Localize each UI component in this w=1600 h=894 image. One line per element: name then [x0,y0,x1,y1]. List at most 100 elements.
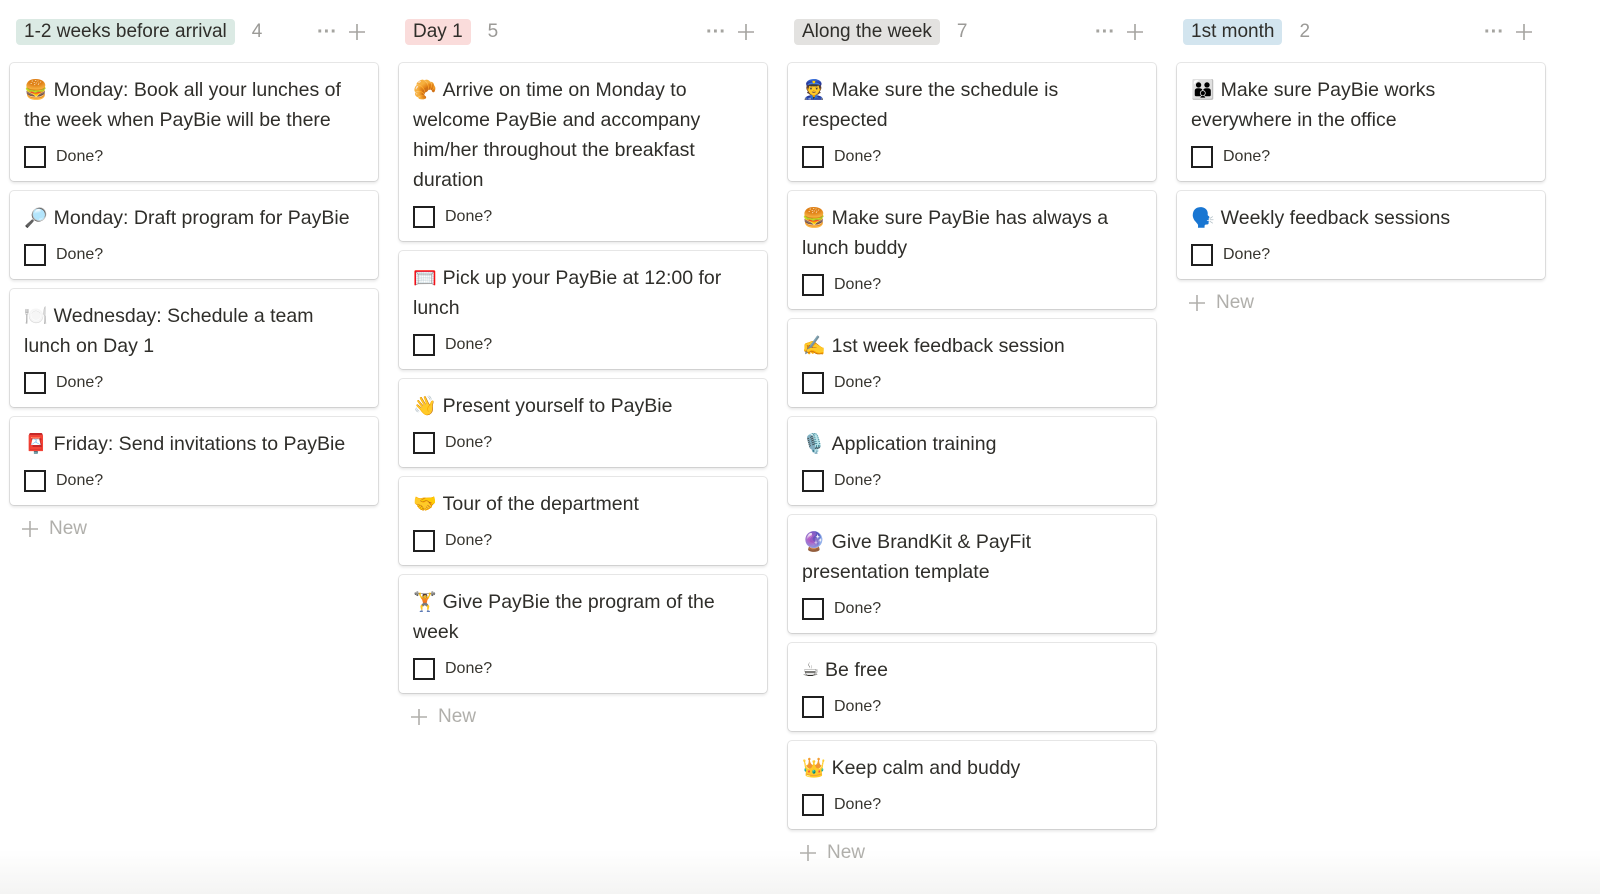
task-card[interactable]: 🍽️ Wednesday: Schedule a team lunch on Da… [10,289,378,407]
card-title-text: Give BrandKit & PayFit presentation temp… [802,531,1032,583]
column-add-button[interactable] [342,17,372,47]
done-property: Done? [413,205,753,229]
card-title: 🍽️ Wednesday: Schedule a team lunch on Da… [24,301,364,361]
task-card[interactable]: 🥅 Pick up your PayBie at 12:00 for lunch … [399,251,767,369]
weightlifter-icon: 🏋️ [413,591,437,613]
task-card[interactable]: 🎙️ Application training Done? [788,417,1156,505]
done-label: Done? [445,660,493,677]
done-label: Done? [834,148,882,165]
task-card[interactable]: 🤝 Tour of the department Done? [399,477,767,565]
plate-cutlery-icon: 🍽️ [24,305,48,327]
card-title: ✍️ 1st week feedback session [802,331,1142,361]
card-title-text: Tour of the department [442,493,639,515]
done-checkbox[interactable] [802,598,824,620]
card-title: 👪 Make sure PayBie works everywhere in th… [1191,75,1531,135]
card-title: 👑 Keep calm and buddy [802,753,1142,783]
new-card-button[interactable]: New [399,693,767,741]
task-card[interactable]: 🗣️ Weekly feedback sessions Done? [1177,191,1545,279]
done-property: Done? [413,529,753,553]
new-card-button[interactable]: New [788,829,1156,877]
done-property: Done? [802,145,1142,169]
card-title: 🤝 Tour of the department [413,489,753,519]
column-title[interactable]: 1st month [1183,18,1283,45]
card-title: 👋 Present yourself to PayBie [413,391,753,421]
done-property: Done? [24,145,364,169]
ellipsis-icon: ··· [706,20,726,43]
hamburger-icon: 🍔 [802,207,826,229]
task-card[interactable]: ☕ Be free Done? [788,643,1156,731]
task-card[interactable]: 👑 Keep calm and buddy Done? [788,741,1156,829]
board-column: 1-2 weeks before arrival 4 ··· 🍔 Monday: … [10,0,378,877]
done-checkbox[interactable] [802,470,824,492]
done-label: Done? [445,532,493,549]
card-title-text: Wednesday: Schedule a team lunch on Day … [24,305,314,357]
column-add-button[interactable] [731,17,761,47]
task-card[interactable]: 🍔 Monday: Book all your lunches of the we… [10,63,378,181]
done-checkbox[interactable] [802,274,824,296]
column-add-button[interactable] [1509,17,1539,47]
task-card[interactable]: 👪 Make sure PayBie works everywhere in th… [1177,63,1545,181]
done-checkbox[interactable] [413,206,435,228]
task-card[interactable]: 🔮 Give BrandKit & PayFit presentation tem… [788,515,1156,633]
done-checkbox[interactable] [413,432,435,454]
plus-icon [411,709,427,725]
goal-net-icon: 🥅 [413,267,437,289]
task-card[interactable]: 👋 Present yourself to PayBie Done? [399,379,767,467]
done-checkbox[interactable] [413,530,435,552]
column-header: Day 1 5 ··· [399,0,767,63]
hamburger-icon: 🍔 [24,79,48,101]
done-checkbox[interactable] [802,146,824,168]
done-label: Done? [834,796,882,813]
task-card[interactable]: 👮 Make sure the schedule is respected Don… [788,63,1156,181]
done-checkbox[interactable] [413,658,435,680]
column-title[interactable]: Day 1 [405,18,471,45]
column-title[interactable]: Along the week [794,18,940,45]
done-property: Done? [802,371,1142,395]
done-checkbox[interactable] [802,372,824,394]
card-title-text: Keep calm and buddy [831,757,1021,779]
croissant-icon: 🥐 [413,79,437,101]
done-checkbox[interactable] [1191,146,1213,168]
done-checkbox[interactable] [413,334,435,356]
done-property: Done? [802,469,1142,493]
done-property: Done? [413,431,753,455]
done-checkbox[interactable] [802,794,824,816]
done-checkbox[interactable] [802,696,824,718]
column-more-button[interactable]: ··· [1090,17,1120,47]
new-card-label: New [1216,292,1255,313]
new-card-button[interactable]: New [1177,279,1545,327]
column-more-button[interactable]: ··· [1479,17,1509,47]
done-label: Done? [56,246,104,263]
column-title[interactable]: 1-2 weeks before arrival [16,18,235,45]
ellipsis-icon: ··· [1484,20,1504,43]
done-checkbox[interactable] [24,470,46,492]
coffee-icon: ☕ [802,659,820,681]
card-title-text: Application training [831,433,997,455]
task-card[interactable]: 🏋️ Give PayBie the program of the week Do… [399,575,767,693]
card-title: 👮 Make sure the schedule is respected [802,75,1142,135]
new-card-button[interactable]: New [10,505,378,553]
done-checkbox[interactable] [24,146,46,168]
card-list: 👮 Make sure the schedule is respected Don… [788,63,1156,829]
column-more-button[interactable]: ··· [701,17,731,47]
task-card[interactable]: 🍔 Make sure PayBie has always a lunch bud… [788,191,1156,309]
task-card[interactable]: ✍️ 1st week feedback session Done? [788,319,1156,407]
done-checkbox[interactable] [1191,244,1213,266]
task-card[interactable]: 🔎 Monday: Draft program for PayBie Done? [10,191,378,279]
done-checkbox[interactable] [24,372,46,394]
card-title-text: Weekly feedback sessions [1220,207,1451,229]
card-title-text: Make sure PayBie has always a lunch budd… [802,207,1109,259]
task-card[interactable]: 📮 Friday: Send invitations to PayBie Done… [10,417,378,505]
done-property: Done? [802,695,1142,719]
board-column: Along the week 7 ··· 👮 Make sure the sche… [788,0,1156,877]
column-more-button[interactable]: ··· [312,17,342,47]
done-property: Done? [802,793,1142,817]
column-add-button[interactable] [1120,17,1150,47]
crown-icon: 👑 [802,757,826,779]
done-label: Done? [834,600,882,617]
done-checkbox[interactable] [24,244,46,266]
card-title: 🔮 Give BrandKit & PayFit presentation tem… [802,527,1142,587]
column-count: 2 [1299,20,1311,42]
microphone-icon: 🎙️ [802,433,826,455]
task-card[interactable]: 🥐 Arrive on time on Monday to welcome Pay… [399,63,767,241]
